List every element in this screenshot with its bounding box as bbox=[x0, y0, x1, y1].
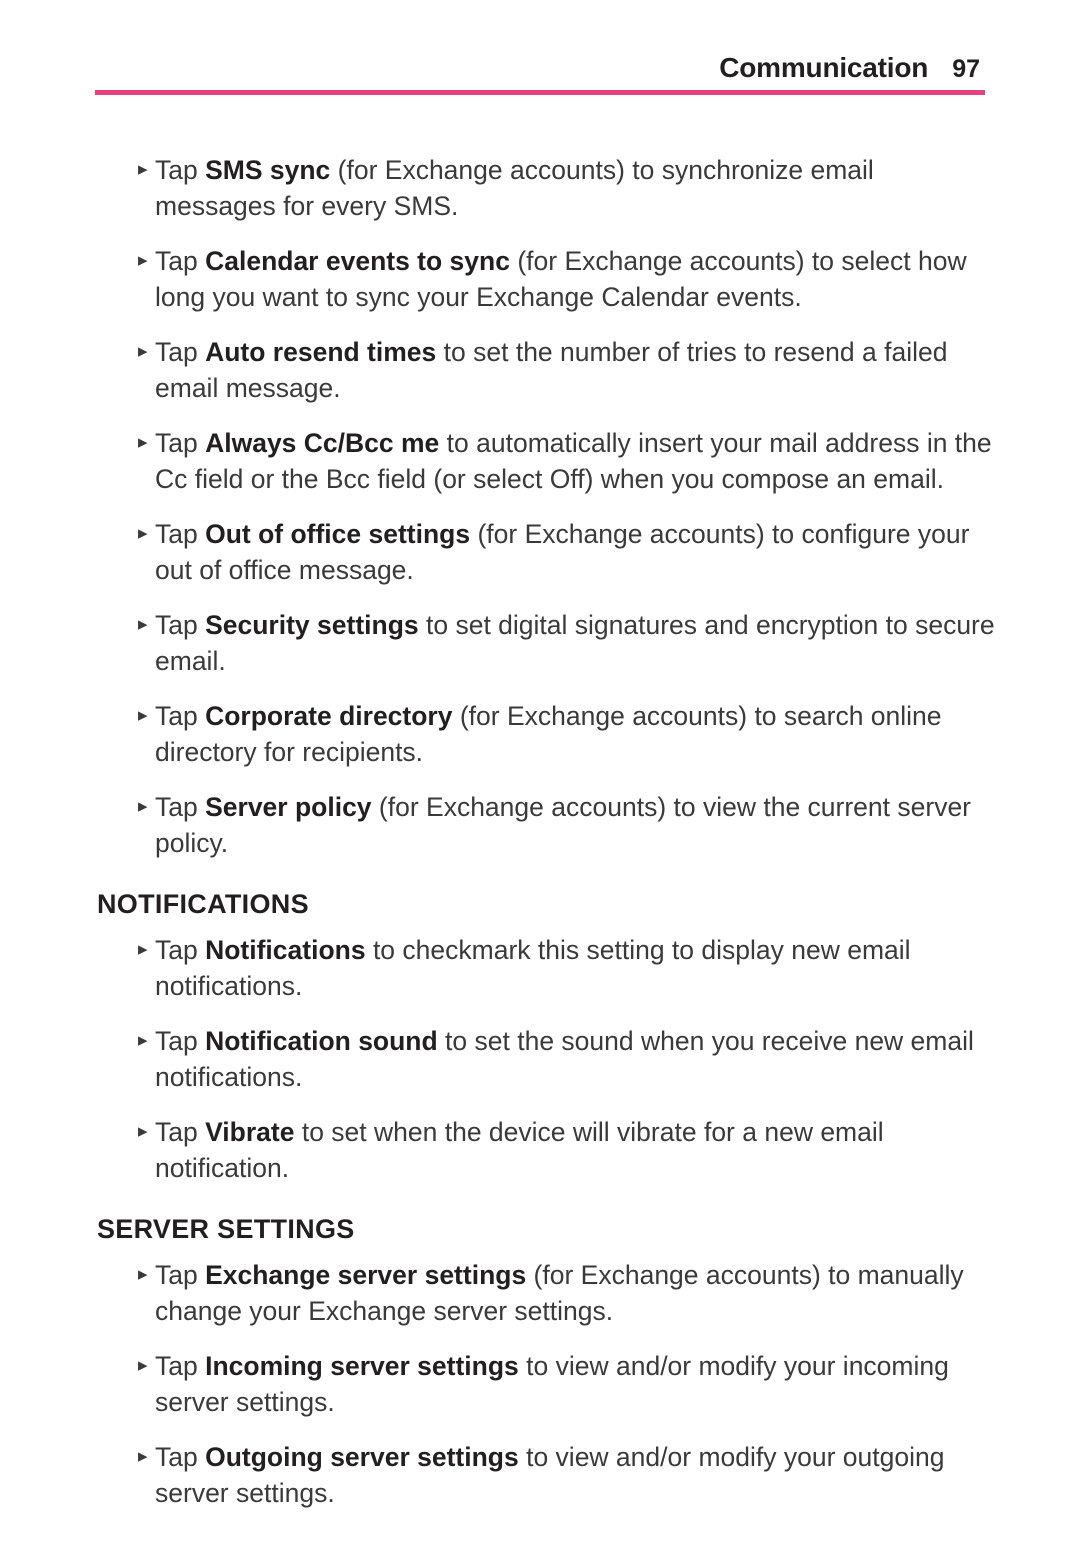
bullet-list: ▸ Tap SMS sync (for Exchange accounts) to… bbox=[97, 152, 997, 861]
bullet-item: ▸ Tap Notifications to checkmark this set… bbox=[97, 932, 997, 1004]
bullet-item: ▸ Tap Outgoing server settings to view an… bbox=[97, 1439, 997, 1511]
page-content: ▸ Tap SMS sync (for Exchange accounts) to… bbox=[97, 152, 997, 1511]
bullet-term: Calendar events to sync bbox=[205, 246, 510, 276]
bullet-triangle-icon: ▸ bbox=[138, 432, 148, 453]
bullet-item: ▸ Tap Corporate directory (for Exchange a… bbox=[97, 698, 997, 770]
bullet-lead-text: Tap bbox=[155, 701, 206, 731]
bullet-lead-text: Tap bbox=[155, 1351, 206, 1381]
page-number: 97 bbox=[952, 55, 980, 83]
header-text-group: Communication 97 bbox=[719, 52, 980, 84]
bullet-triangle-icon: ▸ bbox=[138, 1355, 148, 1376]
bullet-term: Notifications bbox=[205, 935, 366, 965]
bullet-lead-text: Tap bbox=[155, 1026, 206, 1056]
bullet-lead-text: Tap bbox=[155, 1117, 206, 1147]
bullet-item: ▸ Tap Notification sound to set the sound… bbox=[97, 1023, 997, 1095]
bullet-list: ▸ Tap Exchange server settings (for Excha… bbox=[97, 1257, 997, 1511]
bullet-term: Exchange server settings bbox=[205, 1260, 527, 1290]
bullet-term: Security settings bbox=[205, 610, 419, 640]
bullet-list: ▸ Tap Notifications to checkmark this set… bbox=[97, 932, 997, 1186]
bullet-item: ▸ Tap Vibrate to set when the device will… bbox=[97, 1114, 997, 1186]
bullet-triangle-icon: ▸ bbox=[138, 159, 148, 180]
sections-container: ▸ Tap SMS sync (for Exchange accounts) to… bbox=[97, 152, 997, 1511]
bullet-term: Vibrate bbox=[205, 1117, 295, 1147]
bullet-term: Server policy bbox=[205, 792, 372, 822]
bullet-lead-text: Tap bbox=[155, 428, 206, 458]
bullet-item: ▸ Tap SMS sync (for Exchange accounts) to… bbox=[97, 152, 997, 224]
bullet-lead-text: Tap bbox=[155, 1260, 206, 1290]
page-header: Communication 97 bbox=[95, 52, 1030, 104]
bullet-triangle-icon: ▸ bbox=[138, 1264, 148, 1285]
bullet-triangle-icon: ▸ bbox=[138, 705, 148, 726]
bullet-item: ▸ Tap Security settings to set digital si… bbox=[97, 607, 997, 679]
bullet-lead-text: Tap bbox=[155, 519, 206, 549]
bullet-item: ▸ Tap Calendar events to sync (for Exchan… bbox=[97, 243, 997, 315]
bullet-triangle-icon: ▸ bbox=[138, 250, 148, 271]
bullet-term: Corporate directory bbox=[205, 701, 453, 731]
bullet-lead-text: Tap bbox=[155, 792, 206, 822]
bullet-term: Notification sound bbox=[205, 1026, 438, 1056]
header-divider-rule bbox=[95, 90, 985, 95]
bullet-triangle-icon: ▸ bbox=[138, 614, 148, 635]
bullet-triangle-icon: ▸ bbox=[138, 796, 148, 817]
bullet-term: Always Cc/Bcc me bbox=[205, 428, 440, 458]
bullet-term: Outgoing server settings bbox=[205, 1442, 519, 1472]
page-title: Communication bbox=[719, 52, 929, 83]
section-heading: SERVER SETTINGS bbox=[97, 1214, 355, 1244]
bullet-term: Auto resend times bbox=[205, 337, 437, 367]
bullet-triangle-icon: ▸ bbox=[138, 1030, 148, 1051]
bullet-item: ▸ Tap Exchange server settings (for Excha… bbox=[97, 1257, 997, 1329]
bullet-item: ▸ Tap Server policy (for Exchange account… bbox=[97, 789, 997, 861]
bullet-item: ▸ Tap Auto resend times to set the number… bbox=[97, 334, 997, 406]
bullet-lead-text: Tap bbox=[155, 935, 206, 965]
bullet-term: SMS sync bbox=[205, 155, 331, 185]
bullet-lead-text: Tap bbox=[155, 155, 206, 185]
bullet-item: ▸ Tap Incoming server settings to view an… bbox=[97, 1348, 997, 1420]
bullet-triangle-icon: ▸ bbox=[138, 341, 148, 362]
section-heading: NOTIFICATIONS bbox=[97, 889, 309, 919]
bullet-lead-text: Tap bbox=[155, 610, 206, 640]
bullet-lead-text: Tap bbox=[155, 246, 206, 276]
bullet-term: Incoming server settings bbox=[205, 1351, 519, 1381]
bullet-triangle-icon: ▸ bbox=[138, 939, 148, 960]
bullet-triangle-icon: ▸ bbox=[138, 523, 148, 544]
bullet-item: ▸ Tap Out of office settings (for Exchang… bbox=[97, 516, 997, 588]
bullet-triangle-icon: ▸ bbox=[138, 1446, 148, 1467]
bullet-triangle-icon: ▸ bbox=[138, 1121, 148, 1142]
bullet-lead-text: Tap bbox=[155, 337, 206, 367]
bullet-item: ▸ Tap Always Cc/Bcc me to automatically i… bbox=[97, 425, 997, 497]
bullet-lead-text: Tap bbox=[155, 1442, 206, 1472]
bullet-term: Out of office settings bbox=[205, 519, 471, 549]
